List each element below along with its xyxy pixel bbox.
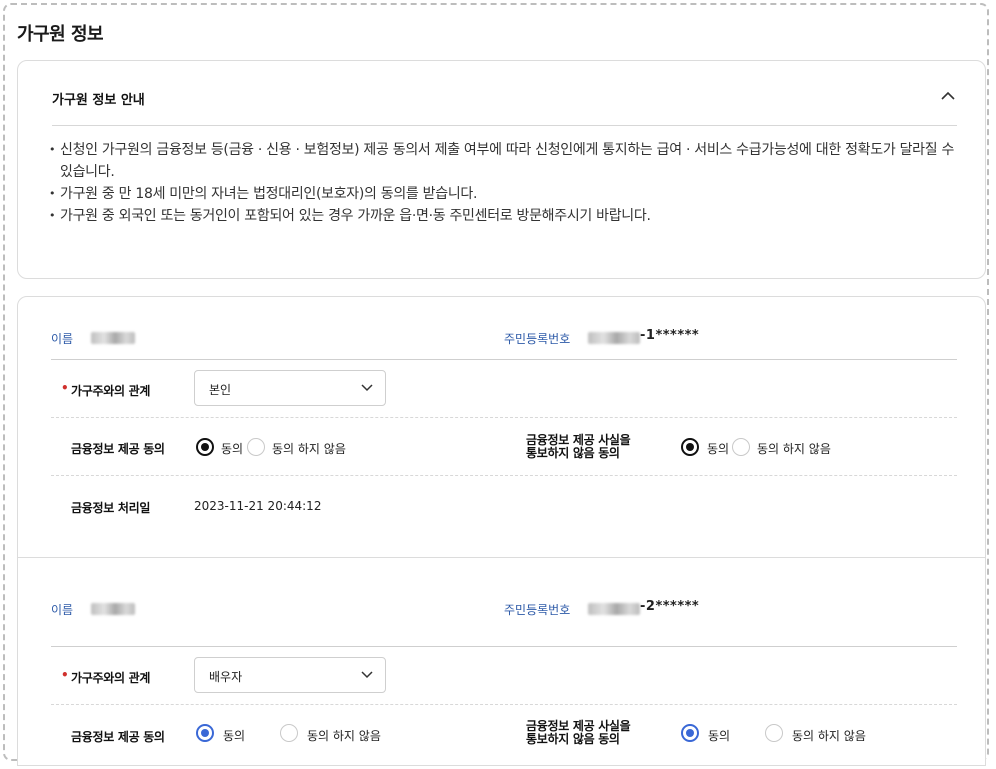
- notify-consent-label-line2: 통보하지 않음 동의: [526, 446, 620, 460]
- divider: [51, 646, 957, 647]
- member-1: 이름 주민등록번호 -1****** • 가구주와의 관계 본인 금융정보 제공…: [18, 297, 985, 558]
- processed-date-label: 금융정보 처리일: [71, 501, 151, 515]
- required-mark: •: [61, 668, 69, 682]
- chevron-down-icon: [361, 384, 373, 392]
- rrn-label: 주민등록번호: [504, 332, 571, 346]
- relation-label: 가구주와의 관계: [71, 384, 151, 398]
- rrn-prefix-masked: [588, 603, 640, 615]
- name-label: 이름: [51, 332, 74, 346]
- notify-consent-agree-radio[interactable]: [681, 438, 699, 456]
- guide-divider: [52, 125, 957, 126]
- fin-consent-agree-radio[interactable]: [196, 438, 214, 456]
- relation-label: 가구주와의 관계: [71, 671, 151, 685]
- notify-consent-label-line2: 통보하지 않음 동의: [526, 732, 620, 746]
- notice-item: 가구원 중 외국인 또는 동거인이 포함되어 있는 경우 가까운 읍·면·동 주…: [48, 205, 955, 227]
- notify-consent-disagree-label[interactable]: 동의 하지 않음: [757, 440, 831, 457]
- relation-select-value: 배우자: [209, 670, 243, 684]
- notice-item: 신청인 가구원의 금융정보 등(금융 · 신용 · 보험정보) 제공 동의서 제…: [48, 139, 955, 183]
- notify-consent-disagree-radio[interactable]: [765, 724, 783, 742]
- fin-consent-agree-radio[interactable]: [196, 724, 214, 742]
- guide-title: 가구원 정보 안내: [52, 93, 145, 108]
- fin-consent-disagree-radio[interactable]: [280, 724, 298, 742]
- rrn-suffix: -2******: [640, 599, 700, 614]
- rrn-suffix: -1******: [640, 328, 700, 343]
- name-value-masked: [91, 603, 135, 615]
- relation-select[interactable]: 본인: [194, 370, 386, 406]
- notify-consent-agree-radio[interactable]: [681, 724, 699, 742]
- notify-consent-agree-label[interactable]: 동의: [707, 440, 729, 457]
- fin-consent-label: 금융정보 제공 동의: [71, 442, 165, 456]
- chevron-down-icon: [361, 671, 373, 679]
- notice-item: 가구원 중 만 18세 미만의 자녀는 법정대리인(보호자)의 동의를 받습니다…: [48, 183, 955, 205]
- fin-consent-disagree-label[interactable]: 동의 하지 않음: [272, 440, 346, 457]
- rrn-prefix-masked: [588, 332, 640, 344]
- fin-consent-agree-label[interactable]: 동의: [221, 440, 243, 457]
- divider: [51, 417, 957, 418]
- required-mark: •: [61, 381, 69, 395]
- page-title: 가구원 정보: [17, 24, 104, 45]
- fin-consent-disagree-radio[interactable]: [247, 438, 265, 456]
- divider: [51, 704, 957, 705]
- notice-list: 신청인 가구원의 금융정보 등(금융 · 신용 · 보험정보) 제공 동의서 제…: [48, 139, 955, 227]
- fin-consent-label: 금융정보 제공 동의: [71, 730, 165, 744]
- fin-consent-disagree-label[interactable]: 동의 하지 않음: [307, 727, 381, 744]
- rrn-label: 주민등록번호: [504, 603, 571, 617]
- name-label: 이름: [51, 603, 74, 617]
- name-value-masked: [91, 332, 135, 344]
- member-card: 이름 주민등록번호 -1****** • 가구주와의 관계 본인 금융정보 제공…: [17, 296, 986, 766]
- guide-panel: 가구원 정보 안내 신청인 가구원의 금융정보 등(금융 · 신용 · 보험정보…: [17, 60, 986, 279]
- notify-consent-agree-label[interactable]: 동의: [708, 727, 730, 744]
- notify-consent-disagree-radio[interactable]: [732, 438, 750, 456]
- chevron-up-icon[interactable]: [939, 89, 957, 103]
- relation-select-value: 본인: [209, 383, 232, 397]
- member-2: 이름 주민등록번호 -2****** • 가구주와의 관계 배우자 금융정보 제…: [18, 558, 985, 765]
- divider: [51, 475, 957, 476]
- relation-select[interactable]: 배우자: [194, 657, 386, 693]
- divider: [51, 359, 957, 360]
- processed-date-value: 2023-11-21 20:44:12: [194, 499, 322, 513]
- fin-consent-agree-label[interactable]: 동의: [223, 727, 245, 744]
- notify-consent-disagree-label[interactable]: 동의 하지 않음: [792, 727, 866, 744]
